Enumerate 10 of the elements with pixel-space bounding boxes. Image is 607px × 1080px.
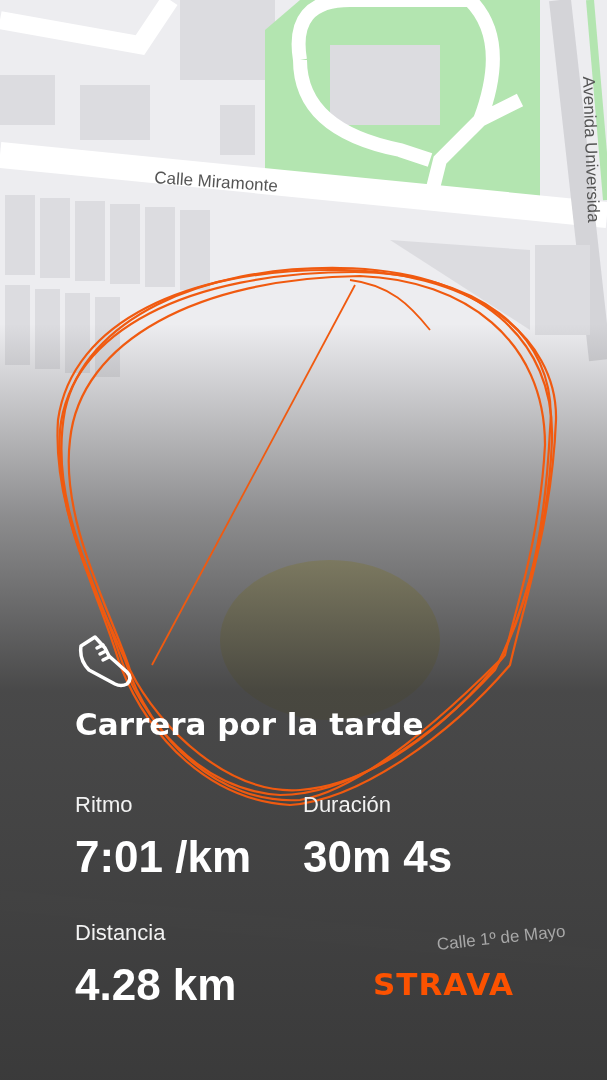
street-label: Calle 1º de Mayo — [436, 921, 567, 955]
stat-value: 7:01 /km — [75, 832, 252, 882]
stat-label: Ritmo — [75, 792, 133, 818]
stat-label: Duración — [303, 792, 392, 818]
street-label: Avenida Universida — [578, 76, 604, 223]
stat-value: 30m 4s — [303, 832, 453, 882]
street-label: Calle Miramonte — [153, 168, 279, 197]
brand-logo: STRAVA — [373, 966, 515, 1002]
stat-label: Distancia — [75, 920, 166, 946]
stat-value: 4.28 km — [75, 960, 237, 1010]
